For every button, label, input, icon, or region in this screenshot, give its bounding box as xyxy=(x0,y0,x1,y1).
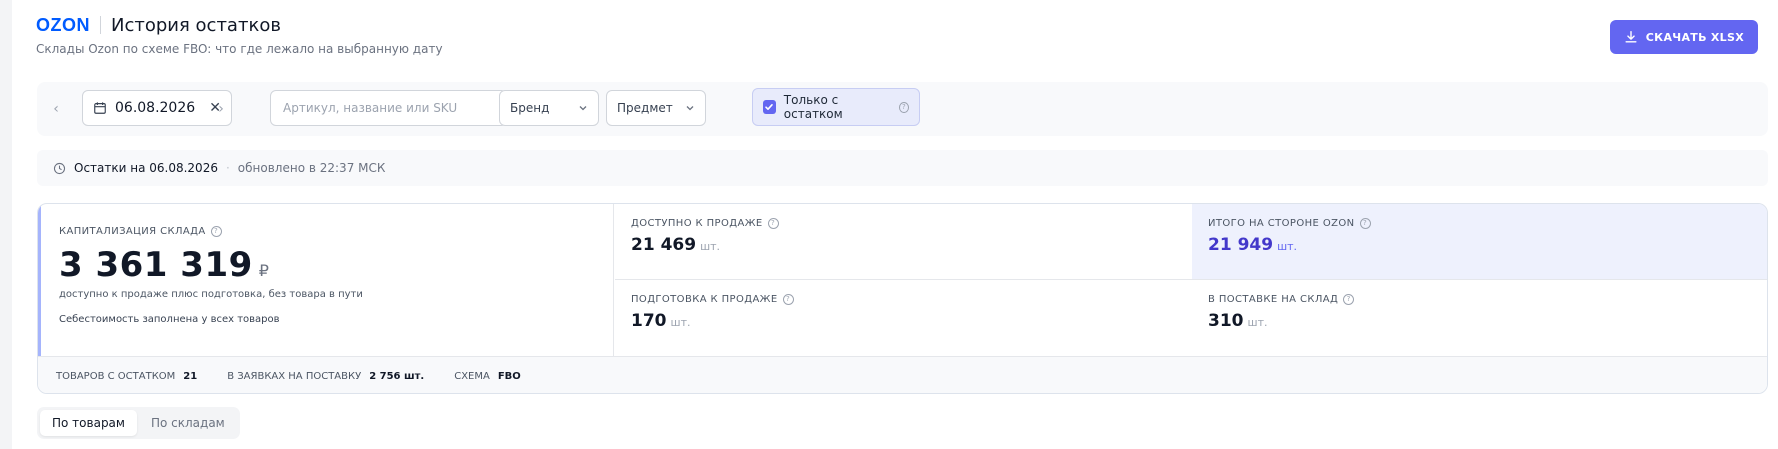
tab-by-warehouses[interactable]: По складам xyxy=(139,410,237,436)
metric-label: ДОСТУПНО К ПРОДАЖЕ ? xyxy=(631,218,1176,229)
view-tabs: По товарам По складам xyxy=(37,407,240,439)
metric-value: 310 шт. xyxy=(1208,311,1753,331)
metric-value: 21 469 шт. xyxy=(631,235,1176,255)
metric-label-text: ИТОГО НА СТОРОНЕ OZON xyxy=(1208,218,1355,229)
subject-select-label: Предмет xyxy=(617,101,673,115)
metric-in-supply: В ПОСТАВКЕ НА СКЛАД ? 310 шт. xyxy=(1192,280,1767,356)
footer-value: FBO xyxy=(497,370,521,382)
subject-select[interactable]: Предмет xyxy=(606,90,706,126)
ozon-logo[interactable]: OZON xyxy=(36,15,90,36)
currency-sign: ₽ xyxy=(258,261,269,280)
metric-label-text: В ПОСТАВКЕ НА СКЛАД xyxy=(1208,294,1339,305)
checkbox-checked-icon xyxy=(763,100,776,114)
footer-label: ТОВАРОВ С ОСТАТКОМ xyxy=(56,370,176,382)
metric-label: ИТОГО НА СТОРОНЕ OZON ? xyxy=(1208,218,1753,229)
calendar-icon xyxy=(94,102,106,114)
status-separator: · xyxy=(225,161,230,175)
metric-label: ПОДГОТОВКА К ПРОДАЖЕ ? xyxy=(631,294,1176,305)
help-icon[interactable]: ? xyxy=(898,101,909,113)
metric-label: В ПОСТАВКЕ НА СКЛАД ? xyxy=(1208,294,1753,305)
status-date: Остатки на 06.08.2026 xyxy=(74,161,218,175)
metric-number: 170 xyxy=(631,311,667,331)
search-input[interactable] xyxy=(270,90,507,126)
footer-label: В ЗАЯВКАХ НА ПОСТАВКУ xyxy=(227,370,362,382)
metric-label-text: ПОДГОТОВКА К ПРОДАЖЕ xyxy=(631,294,778,305)
download-label: СКАЧАТЬ XLSX xyxy=(1645,30,1744,44)
page-header: OZON История остатков Склады Ozon по схе… xyxy=(36,14,443,57)
metric-value: 170 шт. xyxy=(631,311,1176,331)
footer-value: 2 756 шт. xyxy=(369,370,425,382)
help-icon[interactable]: ? xyxy=(782,294,794,305)
cost-note: Себестоимость заполнена у всех товаров xyxy=(59,314,280,325)
metric-preparing: ПОДГОТОВКА К ПРОДАЖЕ ? 170 шт. xyxy=(615,280,1192,356)
date-picker[interactable]: 06.08.2026 ✕ xyxy=(82,90,232,126)
clock-icon xyxy=(53,162,66,174)
only-stock-label: Только с остатком xyxy=(783,93,843,121)
metric-unit: шт. xyxy=(1277,240,1298,253)
status-bar: Остатки на 06.08.2026 · обновлено в 22:3… xyxy=(37,150,1768,186)
metric-unit: шт. xyxy=(700,240,721,253)
prev-date-icon[interactable]: ‹ xyxy=(47,100,65,118)
metric-number: 21 469 xyxy=(631,235,697,255)
capitalization-amount: 3 361 319 xyxy=(59,245,253,285)
footer-label: СХЕМА xyxy=(454,370,490,382)
metric-label-text: ДОСТУПНО К ПРОДАЖЕ xyxy=(631,218,763,229)
brand-separator xyxy=(100,16,101,34)
help-icon[interactable]: ? xyxy=(767,218,779,229)
brand-select-label: Бренд xyxy=(510,101,550,115)
footer-orders: В ЗАЯВКАХ НА ПОСТАВКУ 2 756 шт. xyxy=(227,371,424,382)
download-icon xyxy=(1625,31,1637,43)
metric-number: 21 949 xyxy=(1208,235,1274,255)
status-updated: обновлено в 22:37 МСК xyxy=(237,161,386,175)
filters-bar: ‹ 06.08.2026 ✕ › Бренд Предмет Только с … xyxy=(37,82,1768,136)
date-value: 06.08.2026 xyxy=(115,100,196,116)
brand-select[interactable]: Бренд xyxy=(499,90,599,126)
help-icon[interactable]: ? xyxy=(210,226,222,237)
metric-unit: шт. xyxy=(1247,316,1268,329)
footer-scheme: СХЕМА FBO xyxy=(454,371,521,382)
metric-unit: шт. xyxy=(670,316,691,329)
capitalization-label: КАПИТАЛИЗАЦИЯ СКЛАДА ? xyxy=(59,226,595,237)
chevron-down-icon xyxy=(686,106,694,111)
summary-card: КАПИТАЛИЗАЦИЯ СКЛАДА ? 3 361 319 ₽ досту… xyxy=(37,203,1768,394)
left-rail xyxy=(0,0,12,449)
metric-total-ozon: ИТОГО НА СТОРОНЕ OZON ? 21 949 шт. xyxy=(1192,204,1767,280)
help-icon[interactable]: ? xyxy=(1343,294,1355,305)
next-date-icon[interactable]: › xyxy=(212,100,230,118)
metric-value: 21 949 шт. xyxy=(1208,235,1753,255)
page-subtitle: Склады Ozon по схеме FBO: что где лежало… xyxy=(36,42,443,56)
capitalization-panel: КАПИТАЛИЗАЦИЯ СКЛАДА ? 3 361 319 ₽ досту… xyxy=(38,204,614,356)
summary-footer: ТОВАРОВ С ОСТАТКОМ 21 В ЗАЯВКАХ НА ПОСТА… xyxy=(38,356,1767,393)
download-xlsx-button[interactable]: СКАЧАТЬ XLSX xyxy=(1609,20,1758,54)
brand-row: OZON История остатков xyxy=(36,14,443,36)
only-stock-checkbox[interactable]: Только с остатком ? xyxy=(752,88,920,126)
capitalization-label-text: КАПИТАЛИЗАЦИЯ СКЛАДА xyxy=(59,226,206,237)
capitalization-value: 3 361 319 ₽ xyxy=(59,245,595,285)
metric-number: 310 xyxy=(1208,311,1244,331)
page-title: История остатков xyxy=(111,14,281,36)
chevron-down-icon xyxy=(579,106,587,111)
capitalization-description: доступно к продаже плюс подготовка, без … xyxy=(59,289,363,300)
help-icon[interactable]: ? xyxy=(1359,218,1371,229)
tab-by-products[interactable]: По товарам xyxy=(40,410,137,436)
footer-value: 21 xyxy=(183,370,198,382)
footer-items-count: ТОВАРОВ С ОСТАТКОМ 21 xyxy=(56,371,197,382)
metric-available: ДОСТУПНО К ПРОДАЖЕ ? 21 469 шт. xyxy=(615,204,1192,280)
